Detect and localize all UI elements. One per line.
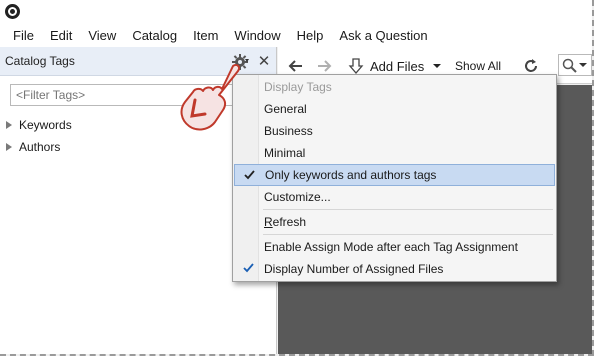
menu-item-label: Display Number of Assigned Files (264, 262, 444, 276)
tree-item-authors[interactable]: Authors (6, 137, 60, 157)
app-window: File Edit View Catalog Item Window Help … (0, 0, 594, 356)
menu-item-label: Minimal (264, 146, 306, 160)
menu-ask-question[interactable]: Ask a Question (331, 24, 435, 47)
menu-item-label: Only keywords and authors tags (265, 168, 437, 182)
show-all-label: Show All (455, 59, 502, 73)
tree-item-label: Keywords (19, 118, 72, 132)
menu-catalog[interactable]: Catalog (124, 24, 185, 47)
add-files-label: Add Files (370, 58, 425, 74)
show-all-button[interactable]: Show All (455, 56, 501, 76)
menu-item-customize[interactable]: Customize... (234, 186, 555, 208)
tree-item-keywords[interactable]: Keywords (6, 115, 72, 135)
menu-item-general[interactable]: General (234, 98, 555, 120)
panel-title: Catalog Tags (5, 54, 75, 68)
menu-item-only-keywords-authors[interactable]: Only keywords and authors tags (234, 164, 555, 186)
tree-item-label: Authors (19, 140, 61, 154)
menu-edit[interactable]: Edit (42, 24, 80, 47)
expand-arrow-icon[interactable] (6, 143, 12, 151)
menu-header-label: Display Tags (264, 80, 332, 94)
menu-item-mnemonic: R (264, 215, 273, 229)
app-logo-icon (5, 4, 20, 19)
menu-bar: File Edit View Catalog Item Window Help … (0, 24, 592, 47)
dropdown-caret-icon (579, 63, 587, 67)
menu-item-enable-assign-mode[interactable]: Enable Assign Mode after each Tag Assign… (234, 236, 555, 258)
menu-header-display-tags: Display Tags (234, 76, 555, 98)
hand-pointer-icon (180, 63, 241, 131)
menu-item-label: efresh (272, 215, 307, 229)
menu-separator (263, 234, 553, 235)
menu-window[interactable]: Window (226, 24, 288, 47)
menu-help[interactable]: Help (289, 24, 332, 47)
checkmark-icon (242, 262, 254, 274)
expand-arrow-icon[interactable] (6, 121, 12, 129)
menu-item[interactable]: Item (185, 24, 226, 47)
menu-item-display-number-assigned[interactable]: Display Number of Assigned Files (234, 258, 555, 280)
search-box[interactable] (558, 54, 592, 76)
back-arrow-icon[interactable] (288, 56, 304, 76)
dropdown-caret-icon (433, 64, 442, 68)
menu-item-refresh[interactable]: Refresh (234, 211, 555, 233)
menu-file[interactable]: File (5, 24, 42, 47)
menu-item-label: Enable Assign Mode after each Tag Assign… (264, 240, 518, 254)
menu-item-business[interactable]: Business (234, 120, 555, 142)
close-icon[interactable]: ✕ (255, 51, 273, 71)
display-tags-menu: Display Tags General Business Minimal On… (232, 74, 557, 282)
menu-separator (263, 209, 553, 210)
menu-view[interactable]: View (80, 24, 124, 47)
menu-item-minimal[interactable]: Minimal (234, 142, 555, 164)
menu-item-label: Customize... (264, 190, 331, 204)
add-files-icon (348, 58, 364, 74)
refresh-icon[interactable] (523, 56, 539, 76)
forward-arrow-icon[interactable] (316, 56, 332, 76)
menu-item-label: Business (264, 124, 313, 138)
checkmark-icon (243, 169, 255, 181)
search-icon (562, 58, 577, 73)
add-files-button[interactable]: Add Files (348, 56, 442, 76)
menu-item-label: General (264, 102, 307, 116)
title-bar (0, 0, 592, 24)
